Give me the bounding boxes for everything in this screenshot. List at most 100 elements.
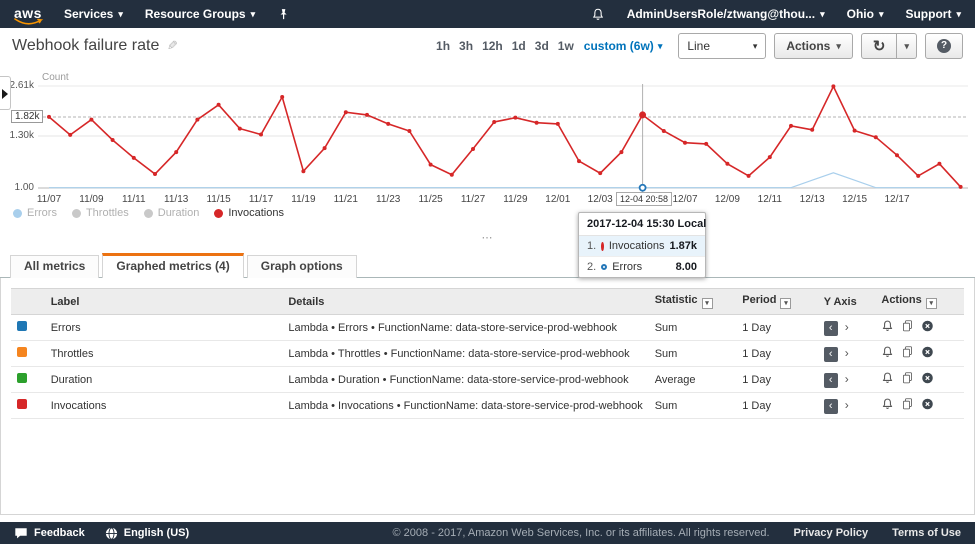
tab-graphed-metrics-4[interactable]: Graphed metrics (4) (102, 253, 243, 278)
invocations-data-point (810, 128, 814, 132)
column-header-label: Period (742, 294, 776, 306)
chart-type-select[interactable]: Line ▾ (678, 33, 766, 59)
throttles-series-dot (72, 209, 81, 218)
invocations-data-point (407, 129, 411, 133)
actions-button[interactable]: Actions ▾ (774, 33, 853, 59)
help-button[interactable]: ? (925, 33, 963, 59)
filter-icon[interactable]: ▾ (780, 298, 791, 309)
remove-icon[interactable] (921, 345, 934, 362)
help-icon: ? (937, 39, 951, 53)
nav-support-menu[interactable]: Support ▾ (905, 7, 961, 21)
notifications-bell-icon[interactable] (591, 7, 605, 22)
invocations-color-swatch[interactable] (17, 399, 27, 409)
alarm-icon[interactable] (881, 345, 894, 362)
x-axis-tick-label: 12/13 (800, 194, 825, 205)
invocations-data-point (471, 147, 475, 151)
nav-region-menu[interactable]: Ohio ▾ (847, 7, 884, 21)
duration-color-swatch[interactable] (17, 373, 27, 383)
filter-icon[interactable]: ▾ (926, 298, 937, 309)
speech-bubble-icon (14, 527, 28, 540)
swatch-cell (11, 315, 45, 341)
refresh-button-group: ↻ ▾ (861, 33, 917, 59)
time-range-1w[interactable]: 1w (558, 39, 574, 53)
time-range-3h[interactable]: 3h (459, 39, 473, 53)
privacy-policy-link[interactable]: Privacy Policy (794, 527, 869, 539)
remove-icon[interactable] (921, 397, 934, 414)
expand-metrics-panel-button[interactable] (0, 76, 11, 110)
x-axis-tick-label: 11/21 (334, 194, 359, 205)
footer: Feedback English (US) © 2008 - 2017, Ama… (0, 522, 975, 544)
metrics-tabs: All metricsGraphed metrics (4)Graph opti… (0, 254, 975, 278)
throttles-color-swatch[interactable] (17, 347, 27, 357)
legend-item-invocations[interactable]: Invocations (214, 207, 284, 219)
legend-item-throttles[interactable]: Throttles (72, 207, 129, 219)
nav-resource-groups[interactable]: Resource Groups ▾ (145, 7, 255, 21)
filled-red (601, 242, 604, 251)
account-label: AdminUsersRole/ztwang@thou... (627, 7, 815, 21)
refresh-options-button[interactable]: ▾ (897, 33, 917, 59)
alarm-icon[interactable] (881, 371, 894, 388)
pin-icon[interactable] (277, 8, 290, 21)
time-range-3d[interactable]: 3d (535, 39, 549, 53)
legend-item-errors[interactable]: Errors (13, 207, 57, 219)
time-range-12h[interactable]: 12h (482, 39, 503, 53)
column-header-swatch (11, 289, 45, 315)
aws-logo[interactable]: aws (14, 5, 42, 24)
terms-of-use-link[interactable]: Terms of Use (892, 527, 961, 539)
x-axis-tick-label: 11/17 (249, 194, 274, 205)
tooltip-row-index: 2. (587, 261, 596, 273)
alarm-icon[interactable] (881, 397, 894, 414)
y-axis-right-button[interactable]: › (845, 398, 849, 412)
period-cell: 1 Day (736, 341, 817, 367)
support-label: Support (905, 7, 951, 21)
y-axis-left-button[interactable]: ‹ (824, 347, 838, 362)
chevron-down-icon: ▾ (904, 42, 909, 51)
nav-services[interactable]: Services ▾ (64, 7, 123, 21)
alarm-icon[interactable] (881, 319, 894, 336)
refresh-button[interactable]: ↻ (861, 33, 898, 59)
invocations-data-point (174, 150, 178, 154)
remove-icon[interactable] (921, 371, 934, 388)
filter-icon[interactable]: ▾ (702, 298, 713, 309)
custom-range-link[interactable]: custom (6w) ▾ (584, 39, 663, 53)
invocations-series-dot (214, 209, 223, 218)
invocations-data-point (365, 113, 369, 117)
tab-graph-options[interactable]: Graph options (247, 255, 357, 278)
invocations-data-point (132, 156, 136, 160)
y-axis-right-button[interactable]: › (845, 320, 849, 334)
hovered-errors-point (640, 185, 646, 191)
legend-label: Throttles (86, 207, 129, 219)
y-axis-left-button[interactable]: ‹ (824, 373, 838, 388)
actions-cell (875, 341, 964, 367)
y-axis-left-button[interactable]: ‹ (824, 399, 838, 414)
tooltip-row-label: Errors (612, 261, 642, 273)
remove-icon[interactable] (921, 319, 934, 336)
feedback-button[interactable]: Feedback (14, 527, 85, 540)
duplicate-icon[interactable] (901, 319, 914, 336)
time-range-1d[interactable]: 1d (512, 39, 526, 53)
resize-handle[interactable]: ⋯ (0, 231, 975, 244)
y-axis-cell: ‹› (818, 367, 876, 393)
duplicate-icon[interactable] (901, 371, 914, 388)
duplicate-icon[interactable] (901, 397, 914, 414)
duplicate-icon[interactable] (901, 345, 914, 362)
y-axis-right-button[interactable]: › (845, 346, 849, 360)
invocations-data-point (301, 169, 305, 173)
tab-all-metrics[interactable]: All metrics (10, 255, 99, 278)
swatch-cell (11, 393, 45, 419)
y-axis-left-button[interactable]: ‹ (824, 321, 838, 336)
label-cell: Errors (45, 315, 283, 341)
invocations-data-point (853, 129, 857, 133)
time-range-1h[interactable]: 1h (436, 39, 450, 53)
legend-label: Invocations (228, 207, 284, 219)
edit-title-icon[interactable]: ✎ (167, 38, 178, 54)
nav-account-menu[interactable]: AdminUsersRole/ztwang@thou... ▾ (627, 7, 825, 21)
x-axis-tick-label: 12/09 (715, 194, 740, 205)
legend-item-duration[interactable]: Duration (144, 207, 200, 219)
language-selector[interactable]: English (US) (105, 527, 189, 540)
errors-color-swatch[interactable] (17, 321, 27, 331)
y-axis-right-button[interactable]: › (845, 372, 849, 386)
invocations-series-line (49, 86, 961, 186)
invocations-data-point (535, 121, 539, 125)
crosshair-time-label: 12-04 20:58 (616, 192, 672, 206)
